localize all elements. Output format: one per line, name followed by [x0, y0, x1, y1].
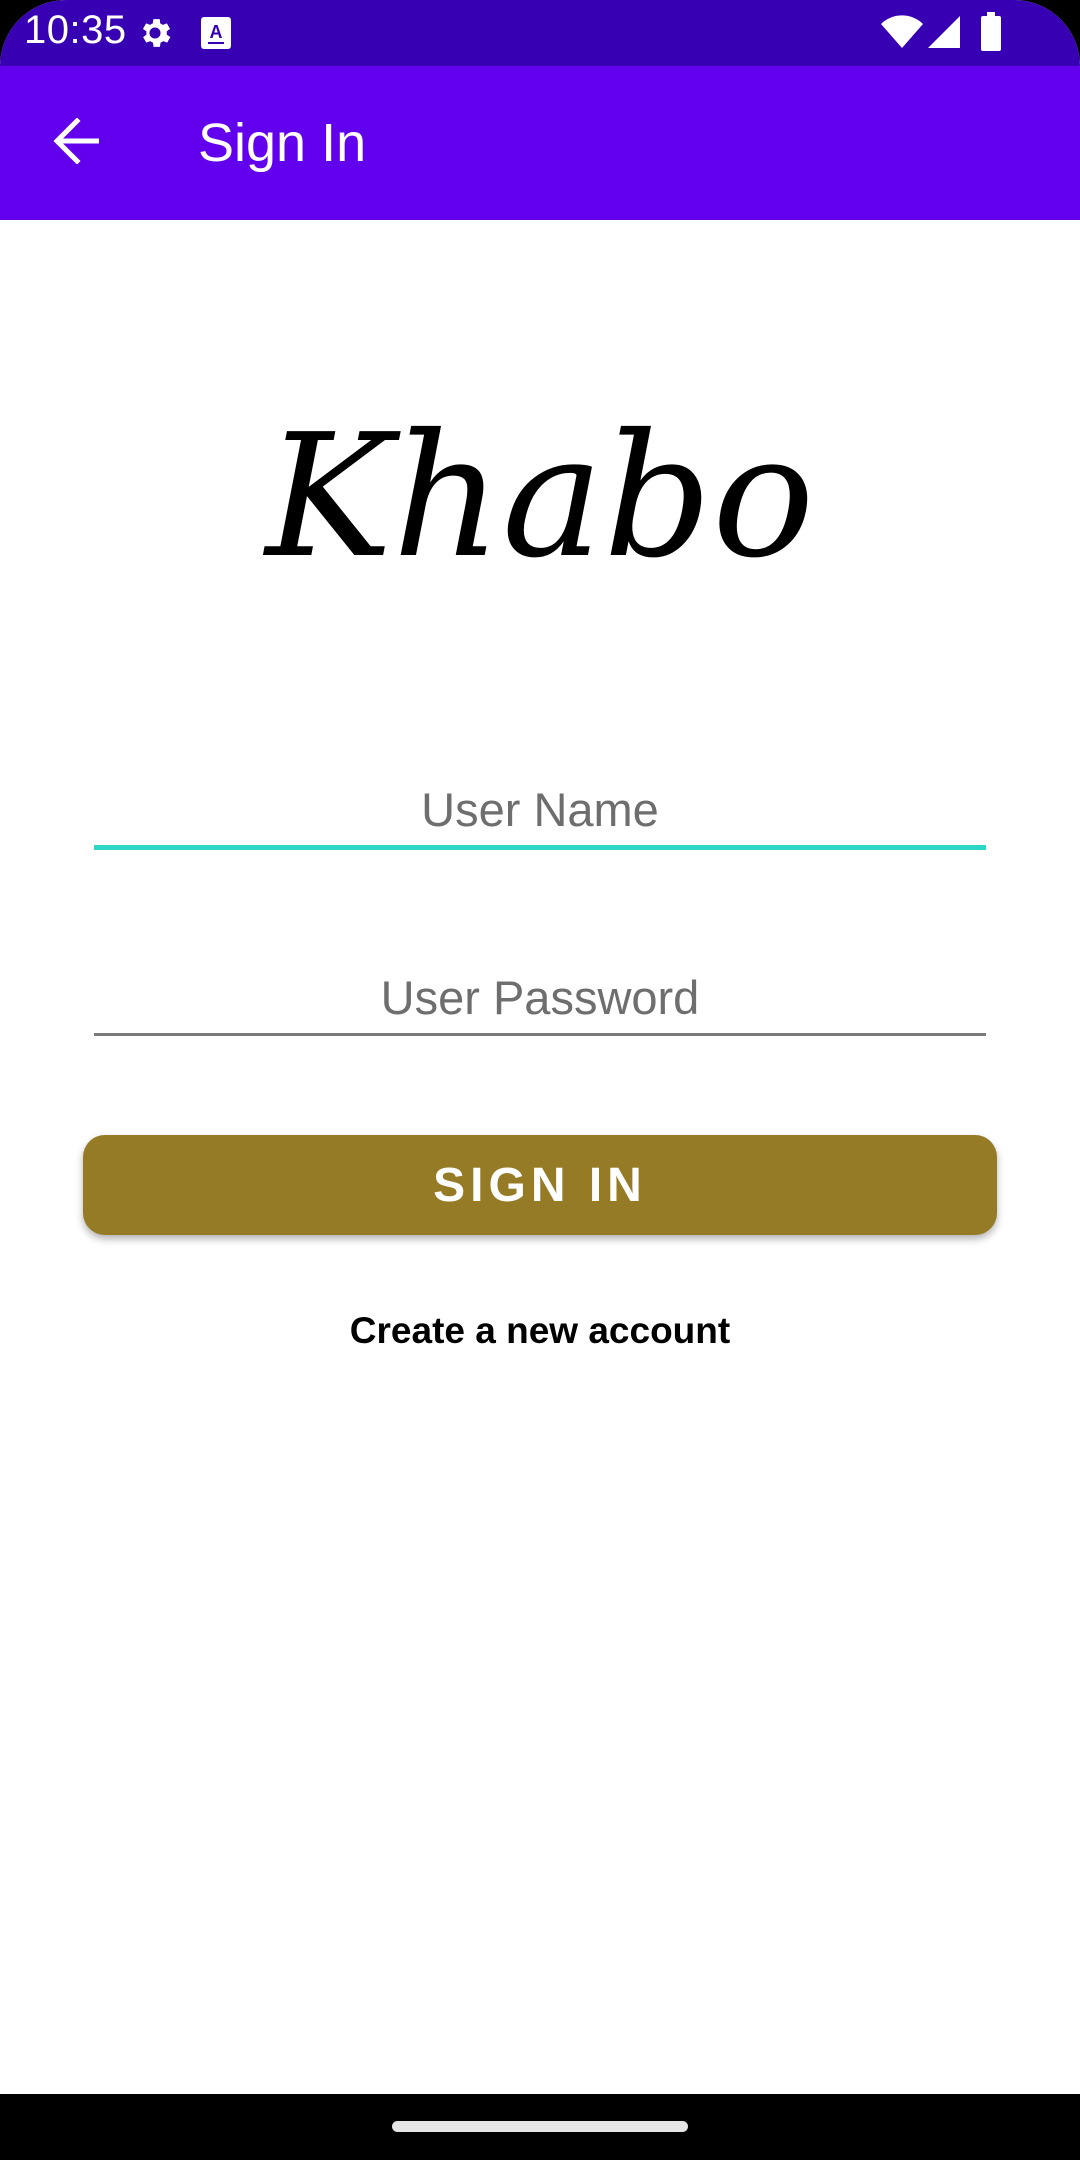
- khabo-logo: Khabo: [262, 398, 814, 596]
- home-handle[interactable]: [392, 2121, 688, 2132]
- password-input[interactable]: [94, 963, 986, 1033]
- signal-icon: [926, 14, 962, 55]
- settings-icon: [136, 14, 174, 57]
- sign-in-button[interactable]: SIGN IN: [83, 1135, 997, 1235]
- app-bar: Sign In: [0, 66, 1080, 220]
- arrow-left-icon: [51, 116, 101, 169]
- svg-text:A: A: [210, 22, 223, 42]
- battery-icon: [980, 12, 1002, 57]
- username-input[interactable]: [94, 775, 986, 845]
- status-bar: 10:35 A: [0, 0, 1080, 66]
- username-underline: [94, 845, 986, 850]
- text-a-icon: A: [200, 16, 232, 55]
- username-field: [94, 775, 986, 850]
- create-account-link[interactable]: Create a new account: [0, 1310, 1080, 1352]
- password-underline: [94, 1033, 986, 1036]
- back-button[interactable]: [36, 109, 116, 177]
- page-title: Sign In: [198, 113, 367, 173]
- password-field: [94, 963, 986, 1036]
- navigation-bar: [0, 2094, 1080, 2160]
- wifi-icon: [880, 14, 924, 55]
- status-time: 10:35: [24, 8, 127, 52]
- logo-text: Khabo: [262, 398, 814, 596]
- sign-in-screen: 10:35 A Sign In Khabo User Name SIGN IN …: [0, 0, 1080, 2160]
